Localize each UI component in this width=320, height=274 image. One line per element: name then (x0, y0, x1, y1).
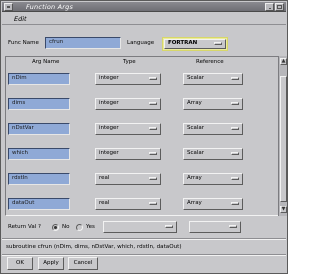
func-name-label: Func Name (8, 40, 39, 46)
separator (2, 238, 286, 240)
args-scrollbar[interactable]: ▲ ▼ (278, 56, 287, 216)
minimize-button[interactable] (265, 3, 274, 11)
arg-name-input[interactable]: dims (8, 98, 70, 110)
option-menu-icon (149, 102, 157, 105)
return-yes-label: Yes (86, 224, 95, 230)
arg-reference-dropdown[interactable]: Scalar (183, 73, 243, 85)
arg-type-value: real (99, 200, 110, 206)
return-type-dropdown[interactable] (103, 221, 177, 233)
scroll-thumb[interactable] (280, 76, 287, 202)
return-no-radio[interactable] (52, 224, 59, 231)
arg-reference-value: Array (187, 100, 202, 106)
arg-type-dropdown[interactable]: integer (95, 73, 161, 85)
separator (2, 254, 286, 256)
arg-type-value: real (99, 175, 110, 181)
option-menu-icon (231, 152, 239, 155)
option-menu-icon (231, 127, 239, 130)
func-name-input[interactable]: cfrun (45, 37, 121, 49)
function-args-window: Function Args Edit Func Name cfrun Langu… (0, 0, 288, 274)
menu-edit[interactable]: Edit (14, 15, 27, 23)
arg-type-value: integer (99, 75, 119, 81)
arg-reference-value: Scalar (187, 75, 205, 81)
minimize-icon (269, 8, 271, 9)
window-menu-icon (7, 6, 10, 8)
window-menu-button[interactable] (4, 3, 13, 11)
language-dropdown[interactable]: FORTRAN (164, 39, 226, 49)
option-menu-icon (229, 225, 237, 228)
return-val-label: Return Val ? (8, 224, 41, 230)
arg-reference-dropdown[interactable]: Array (183, 198, 243, 210)
option-menu-icon (149, 202, 157, 205)
option-menu-icon (231, 77, 239, 80)
arg-type-dropdown[interactable]: integer (95, 123, 161, 135)
arg-reference-value: Scalar (187, 150, 205, 156)
arg-reference-dropdown[interactable]: Array (183, 173, 243, 185)
option-menu-icon (231, 177, 239, 180)
arg-reference-value: Array (187, 200, 202, 206)
arg-name-input[interactable]: which (8, 148, 70, 160)
scroll-up-arrow-icon[interactable]: ▲ (280, 58, 287, 65)
option-menu-icon (231, 202, 239, 205)
return-no-label: No (62, 224, 70, 230)
option-menu-icon (149, 77, 157, 80)
language-value: FORTRAN (168, 40, 198, 46)
arg-reference-value: Array (187, 175, 202, 181)
arg-type-value: integer (99, 100, 119, 106)
arg-type-dropdown[interactable]: integer (95, 98, 161, 110)
arg-name-input[interactable]: nDstVar (8, 123, 70, 135)
arg-reference-dropdown[interactable]: Array (183, 98, 243, 110)
language-highlight: FORTRAN (162, 37, 228, 51)
signature-text: subroutine cfrun (nDim, dims, nDstVar, w… (6, 244, 182, 250)
col-header-type: Type (123, 59, 136, 65)
language-label: Language (127, 40, 155, 46)
arg-name-input[interactable]: rdstIn (8, 173, 70, 185)
arg-reference-dropdown[interactable]: Scalar (183, 123, 243, 135)
option-menu-icon (149, 127, 157, 130)
option-menu-icon (165, 225, 173, 228)
arg-type-value: integer (99, 125, 119, 131)
arg-type-value: integer (99, 150, 119, 156)
arg-reference-value: Scalar (187, 125, 205, 131)
col-header-arg-name: Arg Name (32, 59, 60, 65)
option-menu-icon (149, 152, 157, 155)
maximize-icon (277, 5, 282, 9)
return-yes-radio[interactable] (76, 224, 83, 231)
arg-name-input[interactable]: dataOut (8, 198, 70, 210)
arg-type-dropdown[interactable]: real (95, 173, 161, 185)
maximize-button[interactable] (275, 3, 284, 11)
arg-type-dropdown[interactable]: real (95, 198, 161, 210)
arg-name-input[interactable]: nDim (8, 73, 70, 85)
return-ref-dropdown[interactable] (189, 221, 241, 233)
col-header-reference: Reference (196, 59, 224, 65)
apply-button[interactable]: Apply (38, 257, 64, 270)
arg-reference-dropdown[interactable]: Scalar (183, 148, 243, 160)
scroll-down-arrow-icon[interactable]: ▼ (280, 206, 287, 213)
option-menu-icon (231, 102, 239, 105)
menu-bar: Edit (2, 13, 286, 25)
window-title: Function Args (26, 3, 74, 11)
option-menu-icon (214, 42, 222, 45)
arg-type-dropdown[interactable]: integer (95, 148, 161, 160)
title-bar[interactable]: Function Args (2, 2, 286, 12)
ok-button[interactable]: OK (7, 257, 33, 270)
cancel-button[interactable]: Cancel (68, 257, 98, 270)
option-menu-icon (149, 177, 157, 180)
